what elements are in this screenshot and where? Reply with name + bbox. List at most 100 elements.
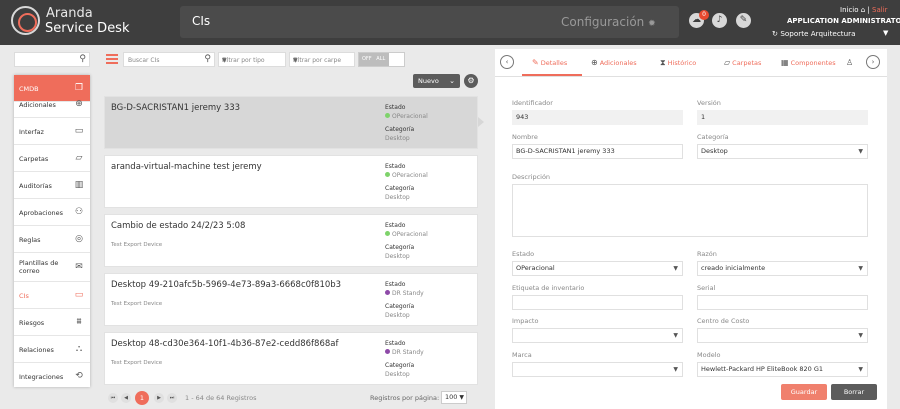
ci-subtitle: Test Export Device bbox=[111, 301, 163, 307]
type-filter-select[interactable]: Filtrar por tipo ▼ bbox=[218, 52, 286, 67]
tab-adicionales[interactable]: ⊕ Adicionales bbox=[591, 58, 637, 67]
tab-prev-icon[interactable]: ‹ bbox=[500, 55, 514, 69]
save-button[interactable]: Guardar bbox=[781, 384, 827, 400]
ci-title: aranda-virtual-machine test jeremy bbox=[111, 162, 262, 172]
sidebar-item-riesgos[interactable]: Riesgos ⩩ bbox=[14, 309, 90, 336]
search-placeholder: Buscar CIs bbox=[128, 57, 160, 64]
nombre-field[interactable]: BG-D-SACRISTAN1 jeremy 333 bbox=[512, 144, 683, 159]
serial-field[interactable] bbox=[697, 295, 868, 310]
sidebar-search-input[interactable]: ⚲ bbox=[14, 52, 90, 67]
nombre-label: Nombre bbox=[512, 133, 538, 141]
toggle-off-label: OFF bbox=[362, 56, 372, 62]
tab-label: Adicionales bbox=[599, 59, 637, 67]
ci-state: OPeracional bbox=[385, 113, 428, 120]
ci-category: Desktop bbox=[385, 371, 410, 378]
tab-more[interactable]: ♙ bbox=[846, 58, 855, 67]
categoria-label: Categoría bbox=[697, 133, 729, 141]
estado-select[interactable]: OPeracional ▼ bbox=[512, 261, 683, 276]
user-role: APPLICATION ADMINISTRATOR bbox=[787, 17, 900, 25]
ci-search-input[interactable]: Buscar CIs ⚲ bbox=[123, 52, 215, 67]
impacto-select[interactable]: ▼ bbox=[512, 328, 683, 343]
users-icon: ⚇ bbox=[74, 207, 84, 217]
grid-icon: ▦ bbox=[781, 58, 789, 67]
prev-page-icon[interactable]: ◀ bbox=[121, 393, 131, 403]
tools-circle-icon[interactable]: ⚙ bbox=[464, 74, 478, 88]
last-page-icon[interactable]: ⏭ bbox=[167, 393, 177, 403]
version-field: 1 bbox=[697, 110, 868, 125]
sidebar-item-cis[interactable]: CIs ▭ bbox=[14, 282, 90, 309]
inicio-link[interactable]: Inicio bbox=[840, 6, 859, 14]
sidebar-item-relaciones[interactable]: Relaciones ⛬ bbox=[14, 336, 90, 363]
marca-select[interactable]: ▼ bbox=[512, 362, 683, 377]
sidebar-item-label: Relaciones bbox=[19, 346, 54, 354]
ci-card[interactable]: Desktop 49-210afc5b-5969-4e73-89a3-6668c… bbox=[104, 273, 478, 326]
identificador-field: 943 bbox=[512, 110, 683, 125]
aranda-logo-icon bbox=[11, 6, 40, 35]
ci-card[interactable]: Cambio de estado 24/2/23 5:08 Test Export… bbox=[104, 214, 478, 267]
caret-down-icon: ▼ bbox=[673, 366, 678, 373]
estado-value: OPeracional bbox=[516, 264, 555, 272]
all-toggle[interactable]: OFF ALL bbox=[358, 52, 405, 67]
chevron-down-icon: ⌄ bbox=[449, 77, 455, 85]
tab-componentes[interactable]: ▦ Componentes bbox=[781, 58, 836, 67]
current-page[interactable]: 1 bbox=[135, 391, 149, 405]
sidebar-item-auditorias[interactable]: Auditorías ▥ bbox=[14, 172, 90, 199]
config-link[interactable]: Configuración ✹ bbox=[561, 15, 656, 29]
sidebar-item-reglas[interactable]: Reglas ◎ bbox=[14, 226, 90, 253]
network-icon: ⛬ bbox=[75, 344, 83, 354]
sidebar-item-aprobaciones[interactable]: Aprobaciones ⚇ bbox=[14, 199, 90, 226]
modelo-select[interactable]: Hewlett-Packard HP EliteBook 820 G1 ▼ bbox=[697, 362, 868, 377]
razon-select[interactable]: creado inicialmente ▼ bbox=[697, 261, 868, 276]
sidebar-item-plantillas[interactable]: Plantillas de correo ✉ bbox=[14, 253, 90, 282]
bell-icon[interactable]: ♪ bbox=[712, 13, 727, 28]
sidebar-item-interfaz[interactable]: Interfaz ▭ bbox=[14, 118, 90, 145]
razon-label: Razón bbox=[697, 250, 717, 258]
tab-carpetas[interactable]: ▱ Carpetas bbox=[724, 58, 761, 67]
caret-down-icon: ▼ bbox=[673, 332, 678, 339]
per-page-select[interactable]: 100 ▼ bbox=[441, 391, 467, 404]
status-dot-icon bbox=[385, 290, 390, 295]
active-tab-underline bbox=[522, 74, 582, 76]
delete-button[interactable]: Borrar bbox=[831, 384, 877, 400]
hamburger-menu-icon[interactable] bbox=[106, 54, 118, 64]
sidebar-item-adicionales[interactable]: Adicionales ⊕ bbox=[14, 93, 90, 118]
ci-card[interactable]: aranda-virtual-machine test jeremy Estado… bbox=[104, 155, 478, 208]
folder-filter-select[interactable]: Filtrar por carpe ▼ bbox=[289, 52, 355, 67]
ci-state-value: DR Standy bbox=[392, 290, 424, 297]
detail-tabs: ‹ ✎ Detalles ⊕ Adicionales ⧗ Histórico ▱ Car… bbox=[495, 49, 887, 77]
salir-link[interactable]: Salir bbox=[872, 6, 888, 14]
search-icon: ⚲ bbox=[79, 54, 86, 64]
ci-state: DR Standy bbox=[385, 349, 424, 356]
sidebar-item-label: Auditorías bbox=[19, 182, 52, 190]
copy-icon: ❐ bbox=[74, 83, 84, 93]
ci-category-label: Categoría bbox=[385, 126, 415, 133]
sidebar-item-integraciones[interactable]: Integraciones ⟲ bbox=[14, 363, 90, 390]
next-page-icon[interactable]: ▶ bbox=[154, 393, 164, 403]
serial-label: Serial bbox=[697, 284, 716, 292]
etiqueta-field[interactable] bbox=[512, 295, 683, 310]
tab-next-icon[interactable]: › bbox=[866, 55, 880, 69]
categoria-select[interactable]: Desktop ▼ bbox=[697, 144, 868, 159]
top-links: Inicio ⌂ | Salir bbox=[840, 6, 888, 14]
sidebar-item-label: Interfaz bbox=[19, 128, 44, 136]
home-icon[interactable]: ⌂ bbox=[861, 6, 865, 14]
ci-card[interactable]: Desktop 48-cd30e364-10f1-4b36-87e2-cedd8… bbox=[104, 332, 478, 385]
tools-icon[interactable]: ✎ bbox=[736, 13, 751, 28]
descripcion-textarea[interactable] bbox=[512, 184, 868, 237]
tab-detalles[interactable]: ✎ Detalles bbox=[532, 58, 567, 67]
centro-costo-select[interactable]: ▼ bbox=[697, 328, 868, 343]
ci-title: Desktop 49-210afc5b-5969-4e73-89a3-6668c… bbox=[111, 280, 342, 290]
sidebar-item-label: Carpetas bbox=[19, 155, 49, 163]
status-dot-icon bbox=[385, 349, 390, 354]
first-page-icon[interactable]: ⏮ bbox=[108, 393, 118, 403]
sidebar-item-label: Plantillas de correo bbox=[19, 259, 59, 275]
tab-historico[interactable]: ⧗ Histórico bbox=[660, 58, 696, 68]
status-dot-icon bbox=[385, 172, 390, 177]
ci-state-label: Estado bbox=[385, 163, 406, 170]
ci-card[interactable]: BG-D-SACRISTAN1 jeremy 333 Estado OPeracio… bbox=[104, 96, 478, 149]
sidebar-item-carpetas[interactable]: Carpetas ▱ bbox=[14, 145, 90, 172]
new-button[interactable]: Nuevo ⌄ bbox=[413, 74, 460, 88]
project-selector[interactable]: ↻ Soporte Arquitectura ▼ bbox=[772, 29, 888, 38]
user-icon: ♙ bbox=[846, 58, 854, 67]
marca-label: Marca bbox=[512, 351, 532, 359]
